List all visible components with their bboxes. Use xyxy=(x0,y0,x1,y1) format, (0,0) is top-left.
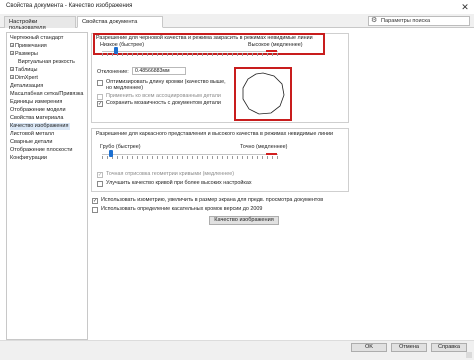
rough-quality-label: Грубо (быстрее) xyxy=(100,144,141,150)
isometric-label: Использовать изометрию, увеличить в разм… xyxy=(101,197,324,203)
expand-icon[interactable]: + xyxy=(10,67,14,72)
expand-icon[interactable]: + xyxy=(10,43,14,48)
tab-document-properties[interactable]: Свойства документа xyxy=(77,16,163,28)
wireframe-resolution-heading: Разрешение для каркасного представления … xyxy=(96,131,334,137)
tree-item-model-display[interactable]: Отображение модели xyxy=(10,107,66,114)
tangent-edges-label: Использовать определение касательных кро… xyxy=(101,206,263,212)
deviation-field[interactable]: 0.48566883мм xyxy=(132,67,186,75)
search-input[interactable]: Параметры поиска xyxy=(368,16,470,26)
tree-item-configurations[interactable]: Конфигурации xyxy=(10,155,47,162)
deviation-label: Отклонение: xyxy=(97,69,129,75)
tree-item-weldments[interactable]: Сварные детали xyxy=(10,139,52,146)
tree-item-dimensions[interactable]: + Размеры xyxy=(10,51,38,58)
high-quality-label: Высокое (медленнее) xyxy=(248,42,303,48)
save-mosaic-label: Сохранить мозаичность с документом детал… xyxy=(106,100,221,106)
expand-icon[interactable]: + xyxy=(10,75,14,80)
precise-render-checkbox[interactable]: ✓ xyxy=(97,172,103,178)
apply-all-label: Применить ко всем ассоциированным детали xyxy=(106,93,221,99)
close-icon[interactable]: ✕ xyxy=(459,1,471,13)
optimize-edge-label: Оптимизировать длину кромки (качество вы… xyxy=(106,79,226,91)
cancel-button[interactable]: Отмена xyxy=(391,343,427,352)
tree-item-drafting-standard[interactable]: Чертежный стандарт xyxy=(10,35,63,42)
image-quality-button[interactable]: Качество изображения xyxy=(209,216,279,225)
improve-curve-checkbox[interactable] xyxy=(97,181,103,187)
expand-icon[interactable]: + xyxy=(10,51,14,56)
tree-item-grid-snap[interactable]: Масштабная сетка/Привязка xyxy=(10,91,83,98)
shaded-slider-thumb[interactable] xyxy=(114,47,119,54)
tree-item-sheet-metal[interactable]: Листовой металл xyxy=(10,131,54,138)
tree-item-units[interactable]: Единицы измерения xyxy=(10,99,62,106)
tree-item-material-properties[interactable]: Свойства материала xyxy=(10,115,63,122)
wireframe-slider-thumb[interactable] xyxy=(108,150,113,157)
tree-item-image-quality[interactable]: Качество изображения xyxy=(10,123,71,130)
tessellation-preview xyxy=(234,67,292,121)
help-button[interactable]: Справка xyxy=(431,343,467,352)
apply-all-checkbox[interactable] xyxy=(97,94,103,100)
tab-user-settings[interactable]: Настройки пользователя xyxy=(4,16,76,31)
tangent-edges-checkbox[interactable] xyxy=(92,207,98,213)
wireframe-slider-max-marker xyxy=(266,153,277,155)
precise-render-label: Точная отрисовка геометрии кривыми (медл… xyxy=(106,171,234,177)
shaded-slider-max-marker xyxy=(266,50,277,52)
tree-item-plane-display[interactable]: Отображение плоскости xyxy=(10,147,72,154)
gear-icon[interactable]: ⚙ xyxy=(371,16,377,24)
resize-grip-icon[interactable] xyxy=(466,352,472,358)
settings-tree[interactable]: Чертежный стандарт + Примечания + Размеры … xyxy=(6,32,88,340)
precise-quality-label: Точно (медленнее) xyxy=(240,144,288,150)
tree-item-virtual-sharps[interactable]: Виртуальная резкость xyxy=(18,59,75,66)
ok-button[interactable]: OK xyxy=(351,343,387,352)
tree-item-annotations[interactable]: + Примечания xyxy=(10,43,47,50)
polygon-preview-icon xyxy=(242,72,285,115)
shaded-slider-track[interactable] xyxy=(102,51,278,52)
shaded-slider-ticks xyxy=(102,53,278,56)
tree-item-dimxpert[interactable]: + DimXpert xyxy=(10,75,38,82)
optimize-edge-checkbox[interactable] xyxy=(97,80,103,86)
shaded-resolution-heading: Разрешение для черновой качества и режим… xyxy=(96,35,313,41)
low-quality-label: Низкое (быстрее) xyxy=(100,42,144,48)
wireframe-slider-ticks xyxy=(102,156,278,159)
isometric-checkbox[interactable]: ✓ xyxy=(92,198,98,204)
save-mosaic-checkbox[interactable]: ✓ xyxy=(97,101,103,107)
window-title: Свойства документа - Качество изображени… xyxy=(6,3,133,9)
tree-item-tables[interactable]: + Таблицы xyxy=(10,67,37,74)
tree-item-detailing[interactable]: Детализация xyxy=(10,83,43,90)
improve-curve-label: Улучшить качество кривой при более высок… xyxy=(106,180,252,186)
wireframe-slider-track[interactable] xyxy=(102,154,278,155)
